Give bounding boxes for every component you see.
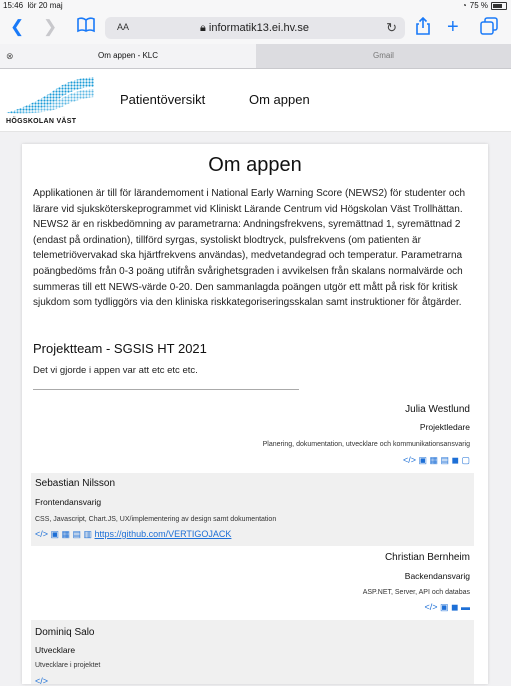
bookmarks-icon[interactable] <box>77 17 95 38</box>
tab-gmail[interactable]: Gmail <box>256 44 511 68</box>
battery-percent: 75 % <box>469 1 488 10</box>
member-name: Julia Westlund <box>405 404 470 415</box>
nav-om-appen[interactable]: Om appen <box>249 92 310 107</box>
status-time: 15:46 lör 20 maj <box>3 1 63 10</box>
address-bar[interactable]: AA 🔒︎ informatik13.ei.hv.se ↻ <box>105 17 405 39</box>
divider <box>33 389 299 390</box>
site-header: HÖGSKOLAN VÄST Patientöversikt Om appen <box>0 69 511 132</box>
forward-icon[interactable]: ❯ <box>43 17 57 37</box>
wifi-icon: ◔ <box>461 1 467 10</box>
tech-stack-icons: </> ▣ ◼ ▬ <box>424 602 471 612</box>
tech-stack-icons: </> ▣ ▦ ▤ ◼ ▢ <box>403 455 470 465</box>
status-bar: 15:46 lör 20 maj ◔ 75 % <box>0 0 511 12</box>
tech-stack-icons: </> ▣ ▦ ▤ ▥ <box>35 529 93 539</box>
intro-paragraph: Applikationen är till för lärandemoment … <box>33 188 466 309</box>
tabs-overview-icon[interactable] <box>480 17 498 41</box>
url-text: informatik13.ei.hv.se <box>208 22 309 34</box>
battery-icon <box>491 1 507 10</box>
share-icon[interactable] <box>415 16 431 41</box>
hogskolan-vast-logo[interactable]: HÖGSKOLAN VÄST <box>4 75 96 127</box>
tab-bar: ⊗ Om appen - KLC Gmail <box>0 44 511 69</box>
back-icon[interactable]: ❮ <box>10 17 24 37</box>
member-description: Utvecklare i projektet <box>35 662 101 669</box>
page-title: Om appen <box>208 154 302 176</box>
tab-om-appen[interactable]: ⊗ Om appen - KLC <box>0 44 256 68</box>
nav-patientoversikt[interactable]: Patientöversikt <box>120 92 205 107</box>
lock-icon: 🔒︎ <box>200 22 206 34</box>
text-size-button[interactable]: AA <box>117 22 129 32</box>
member-name: Dominiq Salo <box>35 627 95 638</box>
reload-icon[interactable]: ↻ <box>386 20 397 36</box>
member-role: Frontendansvarig <box>35 497 102 507</box>
team-member-card: Julia Westlund Projektledare Planering, … <box>31 399 474 469</box>
close-tab-icon[interactable]: ⊗ <box>6 44 14 68</box>
new-tab-icon[interactable]: + <box>447 17 459 37</box>
team-member-card: Dominiq Salo Utvecklare Utvecklare i pro… <box>31 620 474 686</box>
member-description: ASP.NET, Server, API och databas <box>362 589 470 596</box>
team-member-card: Christian Bernheim Backendansvarig ASP.N… <box>31 546 474 616</box>
team-member-card: Sebastian Nilsson Frontendansvarig CSS, … <box>31 473 474 546</box>
browser-toolbar: ❮ ❯ AA 🔒︎ informatik13.ei.hv.se ↻ + <box>0 12 511 44</box>
member-role: Projektledare <box>419 422 470 432</box>
tech-stack-icons: </> <box>35 676 49 686</box>
about-card: Om appen Applikationen är till för läran… <box>22 144 488 686</box>
member-description: Planering, dokumentation, utvecklare och… <box>262 441 470 448</box>
member-role: Utvecklare <box>35 645 76 655</box>
member-name: Sebastian Nilsson <box>35 478 116 489</box>
member-name: Christian Bernheim <box>384 552 470 563</box>
team-heading: Projektteam - SGSIS HT 2021 <box>33 341 207 356</box>
member-role: Backendansvarig <box>404 571 470 581</box>
logo-text: HÖGSKOLAN VÄST <box>6 118 77 125</box>
member-description: CSS, Javascript, Chart.JS, UX/implemente… <box>35 516 277 523</box>
team-subtext: Det vi gjorde i appen var att etc etc et… <box>33 365 198 376</box>
github-link[interactable]: https://github.com/VERTIGOJACK <box>95 529 232 539</box>
